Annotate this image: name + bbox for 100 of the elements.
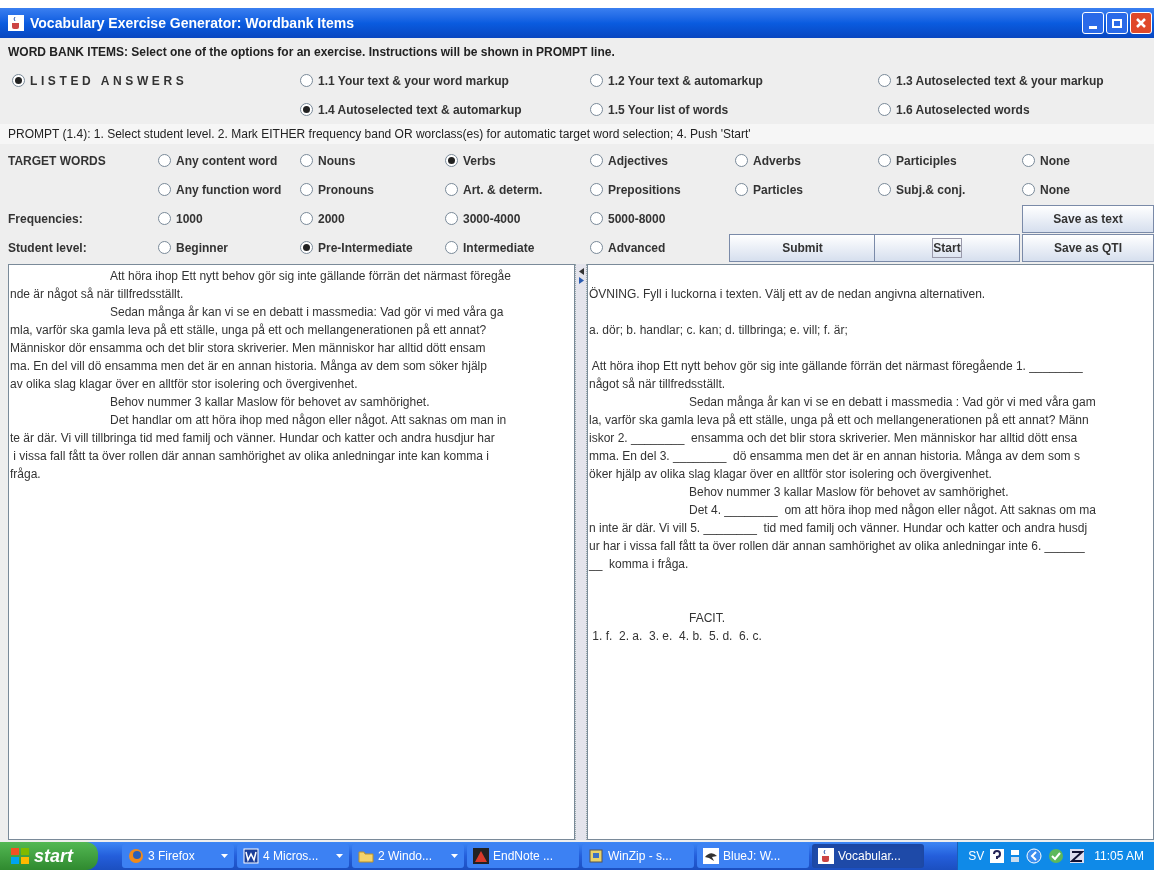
text-line: nde är något så när tillfredsställt. bbox=[10, 287, 184, 301]
radio-option[interactable]: Art. & determ. bbox=[445, 175, 543, 204]
tray-app-icon[interactable] bbox=[1070, 849, 1085, 863]
radio-option[interactable]: Adverbs bbox=[735, 146, 802, 175]
text-line: Att höra ihop Ett nytt behov gör sig inte gällande förrän det närmast föregåe bbox=[109, 269, 511, 283]
text-line: __ komma i fråga. bbox=[589, 557, 689, 571]
radio-option[interactable]: 5000-8000 bbox=[590, 204, 666, 233]
text-line: iskor 2. ________ ensamma och det blir stora skriverier. Men människor har alltid dött ensa bbox=[589, 431, 1078, 445]
source-text-area[interactable] bbox=[8, 264, 575, 840]
row-label: TARGET WORDS bbox=[8, 152, 106, 170]
radio-option[interactable]: 1.5 Your list of words bbox=[590, 95, 729, 124]
clock: 11:05 AM bbox=[1094, 848, 1144, 865]
text-line: Att höra ihop Ett nytt behov gör sig inte gällande förrän det närmast föregående 1. ________ bbox=[590, 359, 1083, 373]
radio-option[interactable]: Any content word bbox=[158, 146, 278, 175]
document-icon bbox=[243, 848, 259, 864]
text-line: öker hjälp av olika slag klagar över en alltför stor isolering och övergivenhet. bbox=[589, 467, 992, 481]
chevron-icon[interactable] bbox=[1026, 848, 1043, 864]
radio-option[interactable]: 1.1 Your text & your word markup bbox=[300, 66, 509, 95]
text-line: fråga. bbox=[10, 467, 41, 481]
mountain-icon bbox=[473, 848, 489, 864]
caret-icon bbox=[451, 854, 458, 858]
text-line: Människor dör ensamma och det blir stora skriverier. Men människor har alltid dött ensam bbox=[10, 341, 486, 355]
folder-icon bbox=[358, 848, 374, 864]
taskbar-button[interactable]: 3 Firefox bbox=[122, 844, 234, 868]
cabinet-icon bbox=[588, 848, 604, 864]
text-line: la, varför ska gamla leva på ett ställe, unga på ett och mellangenerationen på ett annat? Männ bbox=[589, 413, 1089, 427]
coffee-cup-icon bbox=[8, 15, 24, 31]
window-title: Vocabulary Exercise Generator: Wordbank Items bbox=[30, 13, 355, 33]
text-line: mma. En del 3. ________ dö ensamma men det är en annan historia. Många av dem som s bbox=[589, 449, 1080, 463]
bird-icon bbox=[703, 848, 719, 864]
button[interactable]: Submit bbox=[729, 234, 876, 262]
radio-option[interactable]: 1000 bbox=[158, 204, 203, 233]
close-icon bbox=[1135, 17, 1147, 29]
caret-icon bbox=[221, 854, 228, 858]
right-arrow-icon bbox=[578, 277, 584, 284]
restore-button[interactable] bbox=[1106, 12, 1128, 34]
text-line: ur har i vissa fall fått ta över rollen där annan samhörighet av olika anledningar inte 6. ______ bbox=[589, 539, 1085, 553]
radio-option[interactable]: Intermediate bbox=[445, 233, 535, 262]
close-button[interactable] bbox=[1130, 12, 1152, 34]
globe-icon bbox=[128, 848, 144, 864]
radio-option[interactable]: 1.3 Autoselected text & your markup bbox=[878, 66, 1104, 95]
header-text: WORD BANK ITEMS: Select one of the options for an exercise. Instructions will be shown in PROMPT line. bbox=[8, 44, 615, 61]
shield-icon[interactable] bbox=[1048, 848, 1065, 864]
text-line: något så när tillfredsställt. bbox=[589, 377, 726, 391]
coffee-cup-icon bbox=[818, 848, 834, 864]
taskbar-button[interactable]: 2 Windo... bbox=[352, 844, 464, 868]
text-line: ma. En del vill dö ensamma men det är en annan historia. Många av dem som söker hjälp bbox=[10, 359, 487, 373]
radio-option[interactable]: None bbox=[1022, 146, 1070, 175]
radio-option[interactable]: Pronouns bbox=[300, 175, 374, 204]
radio-option[interactable]: Verbs bbox=[445, 146, 496, 175]
taskbar-button[interactable]: Vocabular... bbox=[812, 844, 924, 868]
text-line: FACIT. bbox=[688, 611, 725, 625]
taskbar-button[interactable]: 4 Micros... bbox=[237, 844, 349, 868]
taskbar-button[interactable]: WinZip - s... bbox=[582, 844, 694, 868]
radio-option[interactable]: 1.2 Your text & automarkup bbox=[590, 66, 763, 95]
radio-option[interactable]: Any function word bbox=[158, 175, 282, 204]
help-icon[interactable] bbox=[990, 849, 1005, 863]
button[interactable]: Start bbox=[874, 234, 1020, 262]
taskbar-button[interactable]: BlueJ: W... bbox=[697, 844, 809, 868]
text-line: a. dör; b. handlar; c. kan; d. tillbringa; e. vill; f. är; bbox=[589, 323, 848, 337]
radio-option[interactable]: 1.4 Autoselected text & automarkup bbox=[300, 95, 522, 124]
radio-option[interactable]: 3000-4000 bbox=[445, 204, 521, 233]
minimize-button[interactable] bbox=[1082, 12, 1104, 34]
text-line: Behov nummer 3 kallar Maslow för behovet av samhörighet. bbox=[109, 395, 430, 409]
radio-option[interactable]: Pre-Intermediate bbox=[300, 233, 413, 262]
caret-icon bbox=[336, 854, 343, 858]
text-line: n inte är där. Vi vill 5. ________ tid med familj och vänner. Hundar och katter och andra husdj bbox=[589, 521, 1088, 535]
prompt-text: PROMPT (1.4): 1. Select student level. 2. Mark EITHER frequency band OR worclass(es) for automatic target word selection; 4. Push 'Start' bbox=[8, 126, 751, 143]
row-label: Student level: bbox=[8, 239, 87, 257]
radio-option[interactable]: None bbox=[1022, 175, 1070, 204]
text-line: Det handlar om att höra ihop med någon eller något. Att saknas om man in bbox=[109, 413, 507, 427]
text-line: Sedan många år kan vi se en debatt i massmedia : Vad gör vi med våra gam bbox=[688, 395, 1096, 409]
text-line: Det 4. ________ om att höra ihop med någon eller något. Att saknas om ma bbox=[688, 503, 1096, 517]
text-line: av olika slag klagar över en alltför stor isolering och övergivenhet. bbox=[10, 377, 358, 391]
text-line: Sedan många år kan vi se en debatt i massmedia: Vad gör vi med våra ga bbox=[109, 305, 504, 319]
windows-logo-icon bbox=[10, 847, 30, 865]
radio-option[interactable]: Subj.& conj. bbox=[878, 175, 966, 204]
button[interactable]: Save as QTI bbox=[1022, 234, 1154, 262]
text-line: mla, varför ska gamla leva på ett ställe, unga på ett och mellangenerationen på ett annat? bbox=[10, 323, 487, 337]
radio-option[interactable]: Beginner bbox=[158, 233, 228, 262]
taskbar-button[interactable]: EndNote ... bbox=[467, 844, 579, 868]
exercise-text-area[interactable] bbox=[587, 264, 1154, 840]
button[interactable]: Save as text bbox=[1022, 205, 1154, 233]
radio-option[interactable]: Particles bbox=[735, 175, 804, 204]
radio-option[interactable]: 1.6 Autoselected words bbox=[878, 95, 1030, 124]
radio-option[interactable]: LISTED ANSWERS bbox=[12, 66, 300, 95]
text-line: i vissa fall fått ta över rollen där annan samhörighet av olika anledningar inte kan komma i bbox=[12, 449, 489, 463]
radio-option[interactable]: Adjectives bbox=[590, 146, 669, 175]
radio-option[interactable]: 2000 bbox=[300, 204, 345, 233]
row-label: Frequencies: bbox=[8, 210, 83, 228]
language-indicator[interactable]: SV bbox=[968, 847, 985, 865]
text-line: te är där. Vi vill tillbringa tid med familj och vänner. Hundar och katter och andra husdjur har bbox=[10, 431, 495, 445]
left-arrow-icon bbox=[578, 268, 584, 275]
text-line: ÖVNING. Fyll i luckorna i texten. Välj ett av de nedan angivna alternativen. bbox=[589, 287, 986, 301]
radio-option[interactable]: Nouns bbox=[300, 146, 356, 175]
text-line: 1. f. 2. a. 3. e. 4. b. 5. d. 6. c. bbox=[591, 629, 762, 643]
text-line: Behov nummer 3 kallar Maslow för behovet av samhörighet. bbox=[688, 485, 1009, 499]
radio-option[interactable]: Participles bbox=[878, 146, 957, 175]
radio-option[interactable]: Prepositions bbox=[590, 175, 681, 204]
radio-option[interactable]: Advanced bbox=[590, 233, 666, 262]
